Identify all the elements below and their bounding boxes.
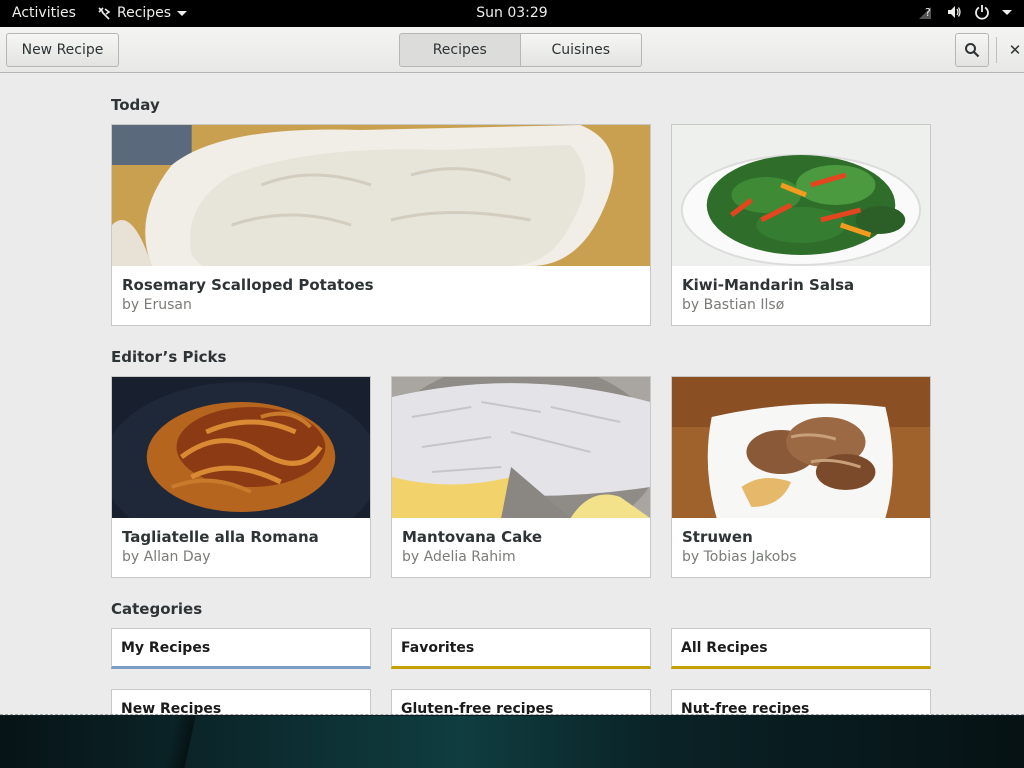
recipes-window: New Recipe Recipes Cuisines ✕ Today Rose… [0, 27, 1024, 715]
desktop-background [0, 716, 1024, 768]
recipe-image [672, 377, 930, 518]
close-button[interactable]: ✕ [1006, 40, 1024, 60]
category-gluten-free[interactable]: Gluten-free recipes [391, 689, 651, 714]
recipe-title: Kiwi-Mandarin Salsa [682, 276, 855, 294]
view-switcher: Recipes Cuisines [399, 33, 642, 67]
recipe-card-kiwi-mandarin-salsa[interactable]: Kiwi-Mandarin Salsa by Bastian Ilsø [671, 124, 931, 326]
recipe-card-tagliatelle-alla-romana[interactable]: Tagliatelle alla Romana by Allan Day [111, 376, 371, 578]
tab-recipes[interactable]: Recipes [399, 33, 521, 67]
recipe-card-struwen[interactable]: Struwen by Tobias Jakobs [671, 376, 931, 578]
close-icon: ✕ [1008, 41, 1022, 59]
app-menu-label: Recipes [117, 5, 172, 21]
search-icon [965, 43, 980, 58]
recipe-card-mantovana-cake[interactable]: Mantovana Cake by Adelia Rahim [391, 376, 651, 578]
recipe-title: Tagliatelle alla Romana [122, 528, 319, 546]
wallpaper-streak [164, 716, 196, 768]
clock[interactable]: Sun 03:29 [476, 5, 547, 21]
recipe-image [672, 125, 930, 266]
new-recipe-button[interactable]: New Recipe [6, 33, 119, 67]
recipe-image [112, 377, 370, 518]
app-menu-icon [98, 7, 111, 20]
section-title-editors-picks: Editor’s Picks [111, 348, 227, 366]
recipe-title: Rosemary Scalloped Potatoes [122, 276, 374, 294]
recipe-image [112, 125, 650, 266]
header-separator [996, 37, 997, 63]
system-status-menu[interactable]: ? [918, 4, 1012, 20]
app-menu[interactable]: Recipes [97, 5, 188, 21]
power-icon [975, 5, 989, 20]
recipe-author: by Bastian Ilsø [682, 297, 785, 313]
category-my-recipes[interactable]: My Recipes [111, 628, 371, 669]
category-nut-free[interactable]: Nut-free recipes [671, 689, 931, 714]
chevron-down-icon [1002, 9, 1012, 15]
category-all-recipes[interactable]: All Recipes [671, 628, 931, 669]
top-bar: Activities Recipes Sun 03:29 ? [0, 0, 1024, 27]
recipe-image [392, 377, 650, 518]
category-new-recipes[interactable]: New Recipes [111, 689, 371, 714]
recipe-author: by Erusan [122, 297, 192, 313]
tab-cuisines[interactable]: Cuisines [520, 33, 642, 67]
chevron-down-icon [177, 10, 188, 16]
recipe-author: by Adelia Rahim [402, 549, 516, 565]
svg-text:?: ? [925, 6, 931, 19]
recipe-card-rosemary-scalloped-potatoes[interactable]: Rosemary Scalloped Potatoes by Erusan [111, 124, 651, 326]
network-unknown-icon: ? [919, 6, 931, 19]
section-title-today: Today [111, 96, 160, 114]
volume-icon [948, 6, 961, 18]
recipe-title: Struwen [682, 528, 753, 546]
recipe-author: by Allan Day [122, 549, 211, 565]
recipe-author: by Tobias Jakobs [682, 549, 797, 565]
recipe-title: Mantovana Cake [402, 528, 543, 546]
category-favorites[interactable]: Favorites [391, 628, 651, 669]
section-title-categories: Categories [111, 600, 203, 618]
search-button[interactable] [955, 33, 989, 67]
main-content[interactable]: Today Rosemary Scalloped Potatoes by Eru… [0, 74, 1024, 714]
header-bar: New Recipe Recipes Cuisines ✕ [0, 27, 1024, 73]
activities-button[interactable]: Activities [12, 5, 76, 21]
